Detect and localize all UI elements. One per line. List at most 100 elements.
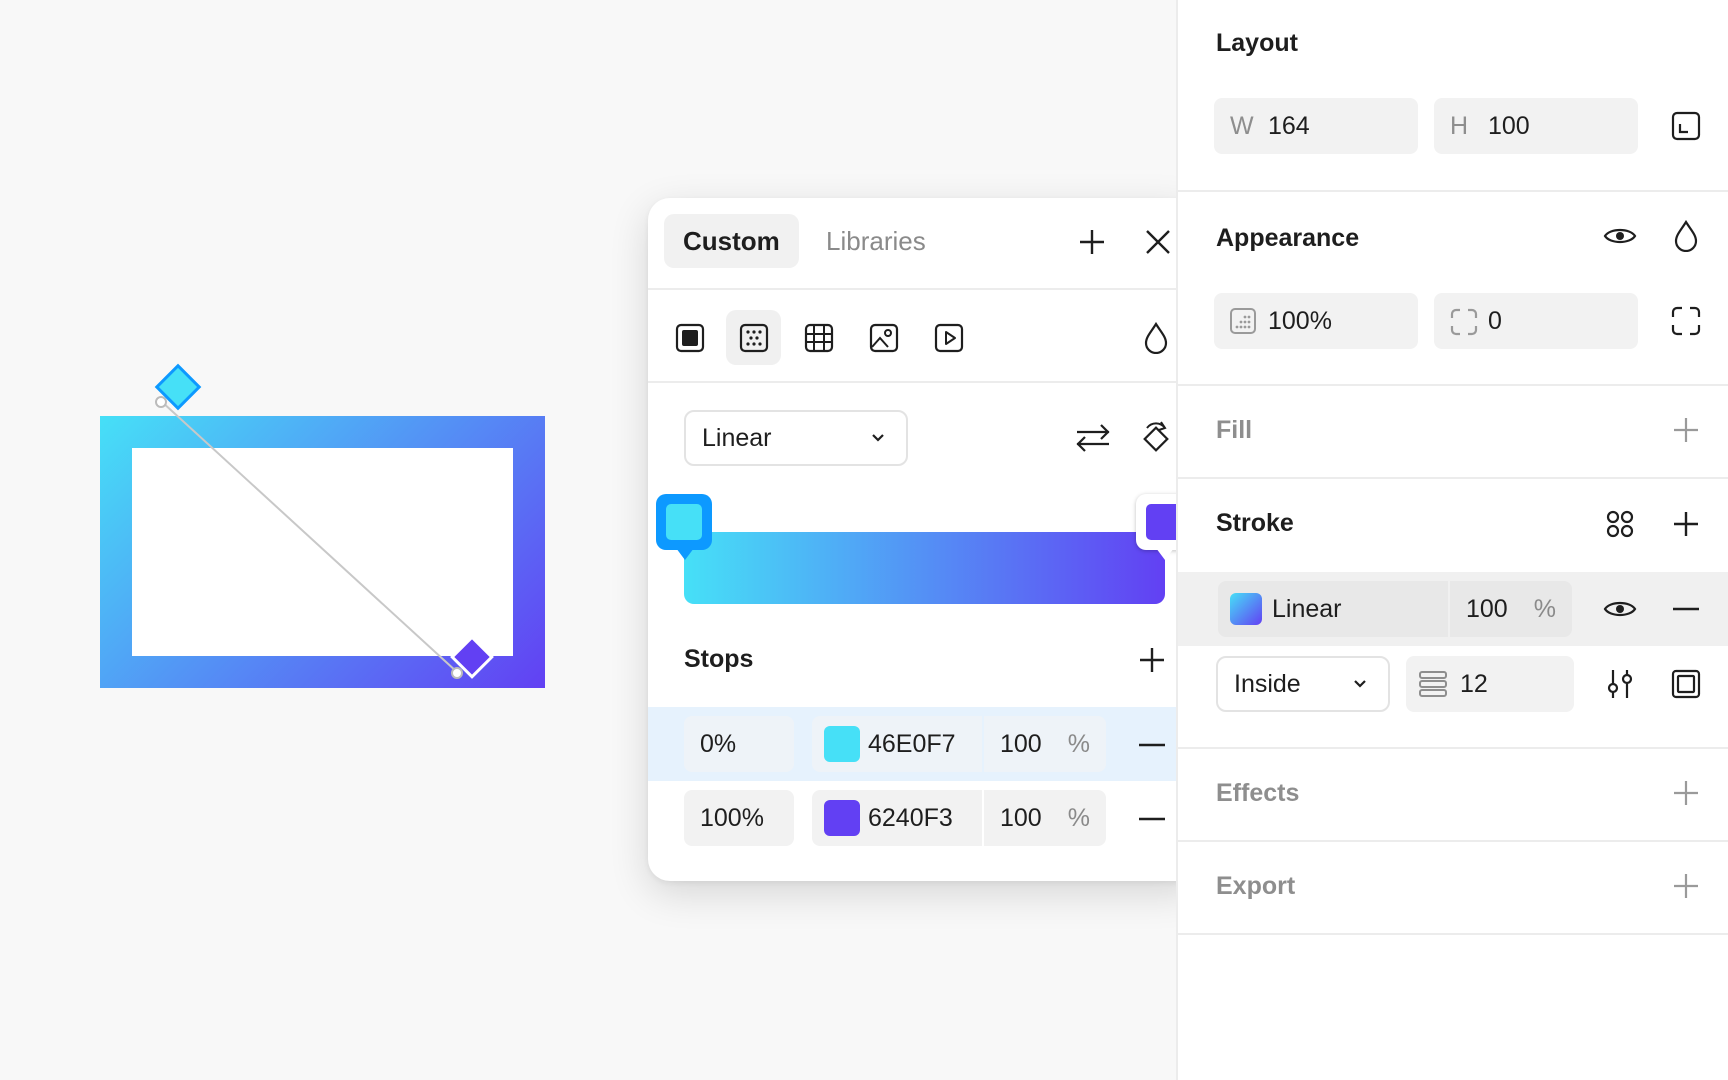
stop-hex-input[interactable]: 6240F3 — [812, 790, 982, 846]
flip-gradient-button[interactable] — [1068, 416, 1118, 460]
close-picker-button[interactable] — [1138, 222, 1178, 262]
add-fill-button[interactable] — [1666, 410, 1706, 450]
blend-mode-button[interactable] — [1666, 216, 1706, 256]
resize-icon — [1671, 111, 1701, 141]
fill-type-gradient[interactable] — [726, 310, 781, 365]
stop-row[interactable]: 0% 46E0F7 100 % — [648, 707, 1201, 781]
gradient-fill-icon — [739, 323, 768, 352]
plus-icon — [1674, 874, 1698, 898]
stop-opacity-input[interactable]: 100 % — [984, 716, 1106, 772]
solid-fill-icon — [675, 323, 704, 352]
swap-arrows-icon — [1076, 424, 1110, 452]
image-fill-icon — [869, 323, 898, 352]
stroke-sides-button[interactable] — [1666, 664, 1706, 704]
plus-icon — [1674, 512, 1698, 536]
add-stroke-button[interactable] — [1666, 504, 1706, 544]
color-swatch[interactable] — [824, 800, 860, 836]
width-label: W — [1230, 112, 1254, 140]
fill-type-pattern[interactable] — [791, 310, 846, 365]
divider — [1178, 190, 1728, 192]
stop-opacity-value: 100 — [1000, 804, 1042, 832]
fill-type-video[interactable] — [921, 310, 976, 365]
gradient-stop-handle-start[interactable] — [656, 494, 712, 560]
tab-libraries[interactable]: Libraries — [807, 214, 945, 268]
border-icon — [1671, 669, 1701, 699]
advanced-stroke-button[interactable] — [1598, 664, 1642, 704]
stroke-styles-button[interactable] — [1598, 504, 1642, 544]
corner-radius-input[interactable]: 0 — [1434, 293, 1638, 349]
percent-unit: % — [1067, 730, 1090, 758]
stroke-opacity-value: 100 — [1466, 595, 1508, 623]
gradient-stroke-rectangle[interactable] — [100, 416, 545, 688]
toggle-stroke-visibility-button[interactable] — [1598, 589, 1642, 629]
plus-icon — [1674, 781, 1698, 805]
stop-opacity-value: 100 — [1000, 730, 1042, 758]
stroke-weight-input[interactable]: 12 — [1406, 656, 1574, 712]
stroke-opacity-input[interactable]: 100 % — [1450, 581, 1572, 637]
stop-row[interactable]: 100% 6240F3 100 % — [648, 781, 1201, 855]
add-export-button[interactable] — [1666, 866, 1706, 906]
expand-corners-icon — [1671, 306, 1701, 336]
add-stop-button[interactable] — [1132, 640, 1172, 680]
properties-panel: Layout W 164 H 100 Appearance 100% 0 Fil… — [1176, 0, 1728, 1080]
stop-position-input[interactable]: 100% — [684, 790, 794, 846]
close-icon — [1146, 230, 1170, 254]
height-input[interactable]: H 100 — [1434, 98, 1638, 154]
remove-stroke-button[interactable] — [1666, 589, 1706, 629]
height-value: 100 — [1488, 112, 1530, 140]
rotate-gradient-button[interactable] — [1134, 416, 1178, 460]
percent-unit: % — [1533, 595, 1556, 623]
color-swatch[interactable] — [824, 726, 860, 762]
divider — [648, 381, 1201, 383]
video-fill-icon — [934, 323, 963, 352]
drop-icon — [1144, 321, 1167, 354]
rotate-icon — [1143, 421, 1169, 452]
eye-icon — [1603, 228, 1637, 244]
color-swatch[interactable] — [1230, 593, 1262, 625]
chevron-down-icon — [870, 412, 886, 464]
divider — [1178, 477, 1728, 479]
divider — [1178, 747, 1728, 749]
section-title-fill: Fill — [1216, 416, 1253, 444]
stop-hex-input[interactable]: 46E0F7 — [812, 716, 982, 772]
add-style-button[interactable] — [1072, 222, 1112, 262]
divider — [1178, 933, 1728, 935]
blend-mode-button[interactable] — [1128, 310, 1183, 365]
stop-opacity-input[interactable]: 100 % — [984, 790, 1106, 846]
plus-icon — [1674, 418, 1698, 442]
stroke-weight-icon — [1418, 670, 1448, 698]
stop-position-input[interactable]: 0% — [684, 716, 794, 772]
stroke-paint-value: Linear — [1272, 595, 1342, 623]
opacity-value: 100% — [1268, 307, 1332, 335]
width-input[interactable]: W 164 — [1214, 98, 1418, 154]
section-title-layout: Layout — [1216, 29, 1298, 57]
chevron-down-icon — [1352, 658, 1368, 710]
independent-corners-button[interactable] — [1666, 301, 1706, 341]
plus-icon — [1080, 230, 1104, 254]
opacity-input[interactable]: 100% — [1214, 293, 1418, 349]
minus-icon — [1139, 743, 1165, 747]
gradient-start-handle[interactable] — [154, 363, 202, 411]
gradient-type-dropdown[interactable]: Linear — [684, 410, 908, 466]
gradient-start-point — [155, 396, 167, 408]
sliders-icon — [1607, 670, 1633, 698]
divider — [1178, 384, 1728, 386]
gradient-type-value: Linear — [702, 424, 772, 452]
section-title-effects: Effects — [1216, 779, 1300, 807]
percent-unit: % — [1067, 804, 1090, 832]
toggle-visibility-button[interactable] — [1598, 216, 1642, 256]
remove-stop-button[interactable] — [1137, 730, 1167, 760]
stroke-position-dropdown[interactable]: Inside — [1216, 656, 1390, 712]
fill-type-solid[interactable] — [662, 310, 717, 365]
gradient-preview-bar[interactable] — [684, 532, 1165, 604]
corner-radius-icon — [1450, 308, 1478, 336]
styles-grid-icon — [1606, 510, 1634, 538]
stop-hex-value: 46E0F7 — [868, 730, 956, 758]
tab-custom[interactable]: Custom — [664, 214, 799, 268]
fill-type-image[interactable] — [856, 310, 911, 365]
remove-stop-button[interactable] — [1137, 804, 1167, 834]
add-effect-button[interactable] — [1666, 773, 1706, 813]
stroke-paint-field[interactable]: Linear — [1218, 581, 1448, 637]
section-title-appearance: Appearance — [1216, 224, 1360, 252]
resize-to-fit-button[interactable] — [1666, 106, 1706, 146]
